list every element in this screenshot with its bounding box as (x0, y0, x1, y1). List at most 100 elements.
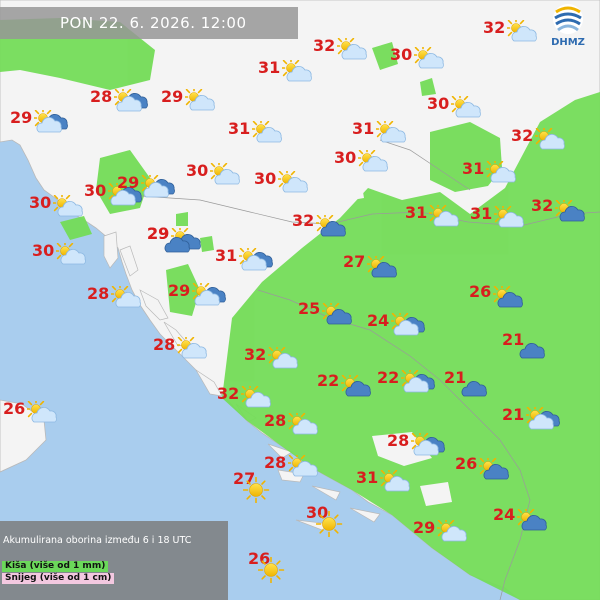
station-temperature: 29 (117, 173, 140, 192)
partly-cloudy-rain-icon (490, 282, 527, 312)
station-temperature: 22 (317, 371, 340, 390)
partly-cloudy-icon (285, 451, 322, 481)
precipitation-legend: Akumulirana oborina između 6 i 18 UTC Ki… (0, 521, 228, 600)
station-temperature: 24 (367, 311, 390, 330)
legend-rain: Kiša (više od 1 mm) (2, 561, 109, 572)
dhmz-logo-mark-icon (553, 4, 583, 34)
rain-cloud-icon (518, 340, 552, 366)
legend-title: Akumulirana oborina između 6 i 18 UTC (3, 535, 192, 546)
sun-icon (257, 556, 292, 584)
partly-cloudy-icon (174, 333, 211, 363)
station-temperature: 26 (3, 399, 26, 418)
partly-cloudy-showers-icon (408, 429, 445, 459)
partly-cloudy-rain-icon (338, 371, 375, 401)
logo-text: DHMZ (551, 37, 585, 48)
station-temperature: 31 (352, 119, 375, 138)
station-temperature: 22 (377, 368, 400, 387)
station-temperature: 31 (228, 119, 251, 138)
station-temperature: 25 (298, 299, 321, 318)
station-temperature: 32 (483, 18, 506, 37)
sun-icon (242, 476, 277, 504)
partly-cloudy-showers-icon (111, 85, 148, 115)
partly-cloudy-rain-icon (514, 505, 551, 535)
partly-cloudy-icon (377, 466, 414, 496)
station-temperature: 29 (413, 518, 436, 537)
partly-cloudy-showers-icon (398, 366, 435, 396)
partly-cloudy-icon (279, 56, 316, 86)
station-temperature: 31 (470, 204, 493, 223)
partly-cloudy-icon (275, 167, 312, 197)
partly-cloudy-showers-icon (523, 403, 560, 433)
partly-cloudy-icon (373, 117, 410, 147)
station-temperature: 29 (161, 87, 184, 106)
sun-icon (315, 510, 350, 538)
partly-cloudy-icon (182, 85, 219, 115)
partly-cloudy-icon (238, 382, 275, 412)
station-temperature: 28 (90, 87, 113, 106)
station-temperature: 32 (511, 126, 534, 145)
station-temperature: 31 (215, 246, 238, 265)
station-temperature: 32 (217, 384, 240, 403)
station-temperature: 30 (186, 161, 209, 180)
station-temperature: 31 (462, 159, 485, 178)
partly-cloudy-icon (355, 146, 392, 176)
partly-cloudy-rain-icon (313, 211, 350, 241)
partly-cloudy-showers-icon (31, 106, 68, 136)
station-temperature: 21 (502, 405, 525, 424)
station-temperature: 28 (87, 284, 110, 303)
forecast-datetime: PON 22. 6. 2026. 12:00 (0, 7, 298, 39)
station-temperature: 28 (264, 453, 287, 472)
partly-cloudy-icon (426, 201, 463, 231)
station-temperature: 30 (32, 241, 55, 260)
station-temperature: 32 (292, 211, 315, 230)
station-temperature: 28 (153, 335, 176, 354)
legend-snow: Snijeg (više od 1 cm) (2, 573, 115, 584)
partly-cloudy-icon (491, 202, 528, 232)
station-temperature: 32 (313, 36, 336, 55)
partly-cloudy-icon (532, 124, 569, 154)
partly-cloudy-icon (265, 343, 302, 373)
partly-cloudy-icon (108, 282, 145, 312)
partly-cloudy-showers-icon (189, 279, 226, 309)
rain-cloud-icon (163, 234, 197, 260)
partly-cloudy-showers-icon (138, 171, 175, 201)
rain-cloud-icon (460, 378, 494, 404)
partly-cloudy-showers-icon (388, 309, 425, 339)
dhmz-logo: DHMZ (544, 2, 592, 50)
partly-cloudy-icon (24, 397, 61, 427)
partly-cloudy-rain-icon (319, 299, 356, 329)
station-temperature: 28 (264, 411, 287, 430)
station-temperature: 29 (10, 108, 33, 127)
partly-cloudy-icon (483, 157, 520, 187)
partly-cloudy-icon (411, 43, 448, 73)
partly-cloudy-icon (50, 191, 87, 221)
station-temperature: 30 (427, 94, 450, 113)
partly-cloudy-icon (504, 16, 541, 46)
partly-cloudy-showers-icon (236, 244, 273, 274)
station-temperature: 31 (356, 468, 379, 487)
partly-cloudy-icon (434, 516, 471, 546)
station-temperature: 30 (254, 169, 277, 188)
partly-cloudy-icon (285, 409, 322, 439)
station-temperature: 26 (469, 282, 492, 301)
station-temperature: 30 (390, 45, 413, 64)
partly-cloudy-rain-icon (476, 454, 513, 484)
station-temperature: 30 (334, 148, 357, 167)
station-temperature: 30 (84, 181, 107, 200)
partly-cloudy-icon (448, 92, 485, 122)
station-temperature: 30 (29, 193, 52, 212)
station-temperature: 29 (168, 281, 191, 300)
station-temperature: 28 (387, 431, 410, 450)
station-temperature: 32 (244, 345, 267, 364)
partly-cloudy-icon (53, 239, 90, 269)
station-temperature: 26 (455, 454, 478, 473)
station-temperature: 31 (405, 203, 428, 222)
forecast-map: PON 22. 6. 2026. 12:00 DHMZ 32 32 30 31 28 29… (0, 0, 600, 600)
partly-cloudy-icon (334, 34, 371, 64)
station-temperature: 24 (493, 505, 516, 524)
partly-cloudy-rain-icon (552, 196, 589, 226)
station-temperature: 32 (531, 196, 554, 215)
partly-cloudy-icon (207, 159, 244, 189)
station-temperature: 27 (343, 252, 366, 271)
partly-cloudy-rain-icon (364, 252, 401, 282)
